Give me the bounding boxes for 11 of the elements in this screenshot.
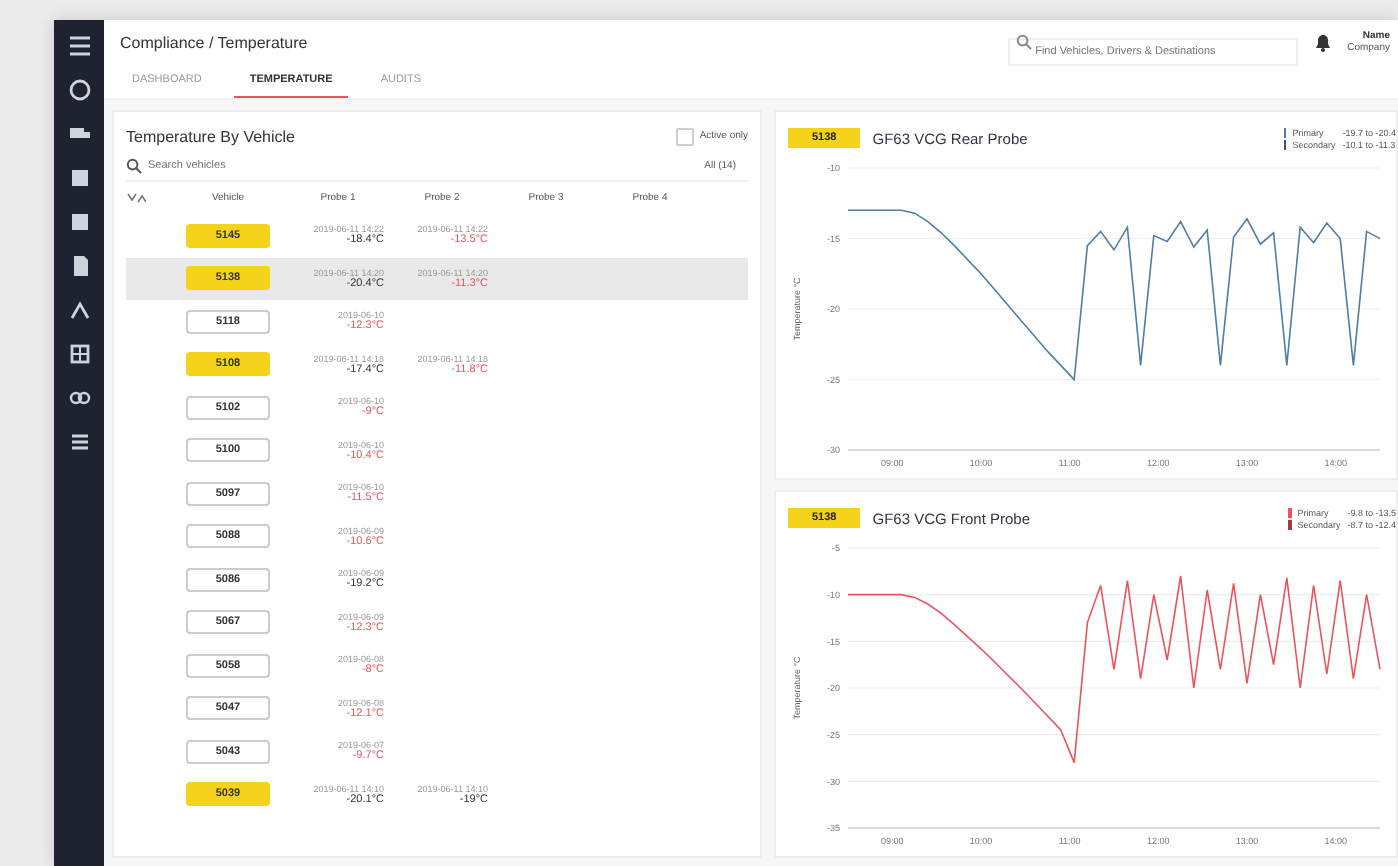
search-icon — [126, 158, 142, 174]
route-icon[interactable] — [65, 296, 93, 324]
search-icon — [1015, 34, 1032, 50]
menu-icon[interactable] — [65, 32, 93, 60]
grid-icon[interactable] — [65, 340, 93, 368]
checkbox[interactable] — [675, 127, 694, 145]
circle-icon[interactable] — [65, 76, 93, 104]
sort-icon[interactable] — [126, 192, 146, 204]
breadcrumb: Compliance / Temperature — [120, 33, 308, 51]
panel-title: Temperature By Vehicle — [126, 127, 295, 145]
bell-icon[interactable] — [1313, 32, 1332, 52]
